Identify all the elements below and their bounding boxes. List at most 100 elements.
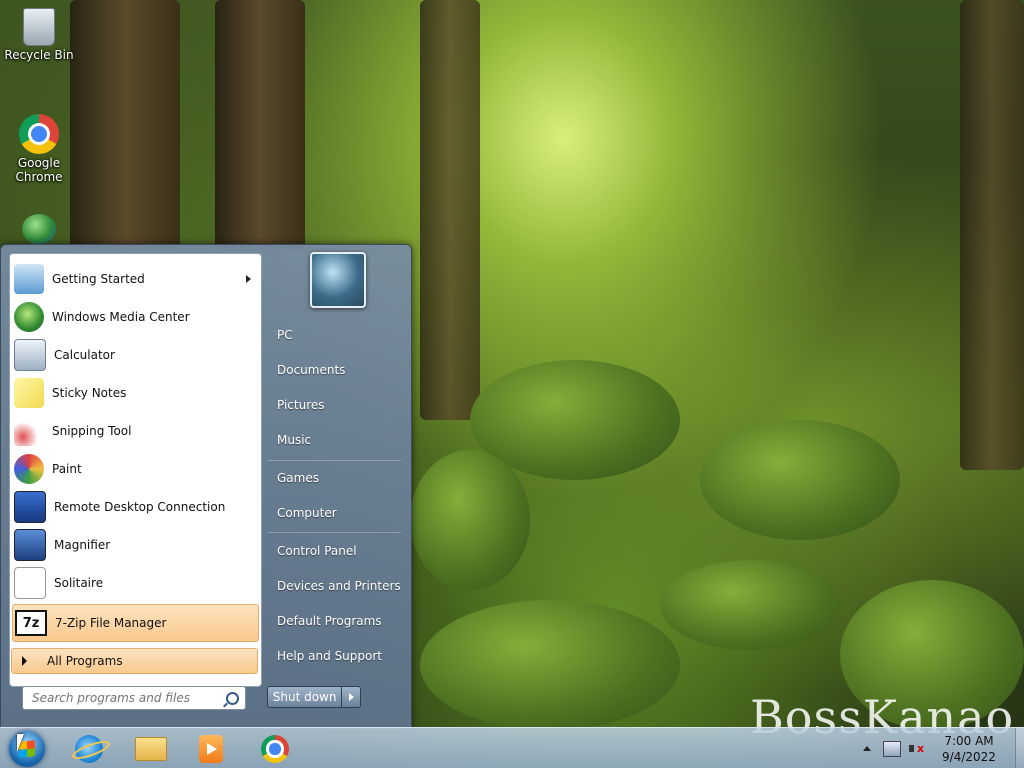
all-programs-button[interactable]: All Programs bbox=[11, 648, 258, 674]
start-link-help-support[interactable]: Help and Support bbox=[268, 641, 412, 671]
start-search-input[interactable] bbox=[30, 690, 224, 706]
paint-palette-icon bbox=[14, 454, 44, 484]
clock-date: 9/4/2022 bbox=[942, 749, 996, 764]
taskbar-internet-explorer[interactable] bbox=[62, 731, 116, 767]
start-button[interactable] bbox=[9, 731, 45, 767]
program-solitaire[interactable]: Solitaire bbox=[12, 565, 257, 601]
program-label: Solitaire bbox=[54, 576, 104, 590]
program-snipping-tool[interactable]: Snipping Tool bbox=[12, 413, 257, 449]
internet-explorer-icon bbox=[75, 735, 103, 763]
program-magnifier[interactable]: Magnifier bbox=[12, 527, 257, 563]
start-link-music[interactable]: Music bbox=[268, 425, 412, 455]
taskbar-file-explorer[interactable] bbox=[124, 731, 178, 767]
taskbar-chrome[interactable] bbox=[248, 731, 302, 767]
link-label: Computer bbox=[277, 506, 337, 520]
link-label: Games bbox=[277, 471, 319, 485]
start-link-pc[interactable]: PC bbox=[268, 320, 412, 350]
tree-trunk bbox=[960, 0, 1024, 470]
start-link-default-programs[interactable]: Default Programs bbox=[268, 606, 412, 636]
link-label: Pictures bbox=[277, 398, 325, 412]
triangle-right-icon bbox=[22, 656, 27, 666]
link-label: Devices and Printers bbox=[277, 579, 401, 593]
program-sticky-notes[interactable]: Sticky Notes bbox=[12, 375, 257, 411]
shutdown-button[interactable]: Shut down bbox=[267, 686, 343, 708]
shutdown-options-arrow-icon[interactable] bbox=[342, 686, 361, 708]
program-windows-media-center[interactable]: Windows Media Center bbox=[12, 299, 257, 335]
shutdown-label: Shut down bbox=[272, 690, 337, 704]
remote-desktop-icon bbox=[14, 491, 46, 523]
taskbar: 7:00 AM 9/4/2022 bbox=[0, 727, 1024, 768]
program-label: Snipping Tool bbox=[52, 424, 132, 438]
moss-rock bbox=[700, 420, 900, 540]
mouse-cursor-icon bbox=[17, 734, 24, 752]
program-label: Sticky Notes bbox=[52, 386, 127, 400]
link-label: Default Programs bbox=[277, 614, 382, 628]
desktop-icon-label: Google Chrome bbox=[15, 156, 63, 184]
program-paint[interactable]: Paint bbox=[12, 451, 257, 487]
start-link-devices-printers[interactable]: Devices and Printers bbox=[268, 571, 412, 601]
desktop-icon-google-chrome[interactable]: Google Chrome bbox=[1, 114, 77, 184]
start-menu: Getting Started Windows Media Center Cal… bbox=[0, 244, 412, 729]
clock-time: 7:00 AM bbox=[944, 733, 994, 748]
start-link-pictures[interactable]: Pictures bbox=[268, 390, 412, 420]
link-label: Help and Support bbox=[277, 649, 382, 663]
program-calculator[interactable]: Calculator bbox=[12, 337, 257, 373]
start-link-control-panel[interactable]: Control Panel bbox=[268, 536, 412, 566]
link-label: PC bbox=[277, 328, 293, 342]
program-list: Getting Started Windows Media Center Cal… bbox=[9, 253, 262, 687]
solitaire-icon bbox=[14, 567, 46, 599]
scissors-icon bbox=[14, 416, 44, 446]
moss-rock bbox=[420, 600, 680, 730]
media-center-icon bbox=[14, 302, 44, 332]
shutdown-group: Shut down bbox=[267, 686, 361, 708]
taskbar-media-player[interactable] bbox=[184, 731, 238, 767]
network-icon[interactable] bbox=[883, 740, 901, 757]
desktop-icon-recycle-bin[interactable]: Recycle Bin bbox=[1, 8, 77, 62]
program-label: Getting Started bbox=[52, 272, 145, 286]
link-label: Documents bbox=[277, 363, 346, 377]
moss-rock bbox=[660, 560, 840, 650]
program-label: Windows Media Center bbox=[52, 310, 190, 324]
clock[interactable]: 7:00 AM 9/4/2022 bbox=[933, 733, 1005, 765]
program-getting-started[interactable]: Getting Started bbox=[12, 261, 257, 297]
chrome-icon bbox=[261, 735, 289, 763]
program-remote-desktop[interactable]: Remote Desktop Connection bbox=[12, 489, 257, 525]
start-link-games[interactable]: Games bbox=[268, 463, 412, 493]
program-label: Calculator bbox=[54, 348, 115, 362]
7zip-icon: 7z bbox=[15, 610, 47, 636]
volume-muted-icon[interactable] bbox=[909, 742, 925, 756]
submenu-arrow-icon bbox=[246, 275, 251, 283]
menu-separator bbox=[267, 460, 401, 461]
magnifier-icon bbox=[14, 529, 46, 561]
link-label: Music bbox=[277, 433, 312, 447]
start-search-box[interactable] bbox=[22, 686, 246, 710]
menu-separator bbox=[267, 532, 401, 533]
show-desktop-button[interactable] bbox=[1015, 728, 1024, 768]
folder-icon bbox=[135, 737, 167, 761]
tree-trunk bbox=[70, 0, 180, 250]
calculator-icon bbox=[14, 339, 46, 371]
show-hidden-icons-icon[interactable] bbox=[863, 746, 871, 751]
start-link-documents[interactable]: Documents bbox=[268, 355, 412, 385]
link-label: Control Panel bbox=[277, 544, 357, 558]
user-account-picture[interactable] bbox=[310, 252, 366, 308]
moss-rock bbox=[410, 450, 530, 590]
getting-started-icon bbox=[14, 264, 44, 294]
search-icon bbox=[226, 691, 239, 705]
desktop-icon-globe[interactable] bbox=[1, 214, 77, 246]
globe-icon bbox=[22, 214, 56, 244]
program-label: Remote Desktop Connection bbox=[54, 500, 226, 514]
media-player-icon bbox=[199, 735, 223, 763]
program-label: Magnifier bbox=[54, 538, 111, 552]
recycle-bin-icon bbox=[23, 8, 55, 46]
start-link-computer[interactable]: Computer bbox=[268, 498, 412, 528]
all-programs-label: All Programs bbox=[47, 654, 123, 668]
chrome-icon bbox=[19, 114, 59, 154]
program-7zip[interactable]: 7z 7-Zip File Manager bbox=[12, 604, 259, 642]
system-tray: 7:00 AM 9/4/2022 bbox=[863, 728, 1024, 768]
sticky-notes-icon bbox=[14, 378, 44, 408]
desktop-icon-label: Recycle Bin bbox=[4, 48, 74, 62]
tree-trunk bbox=[420, 0, 480, 420]
program-label: 7-Zip File Manager bbox=[55, 616, 167, 630]
program-label: Paint bbox=[52, 462, 82, 476]
